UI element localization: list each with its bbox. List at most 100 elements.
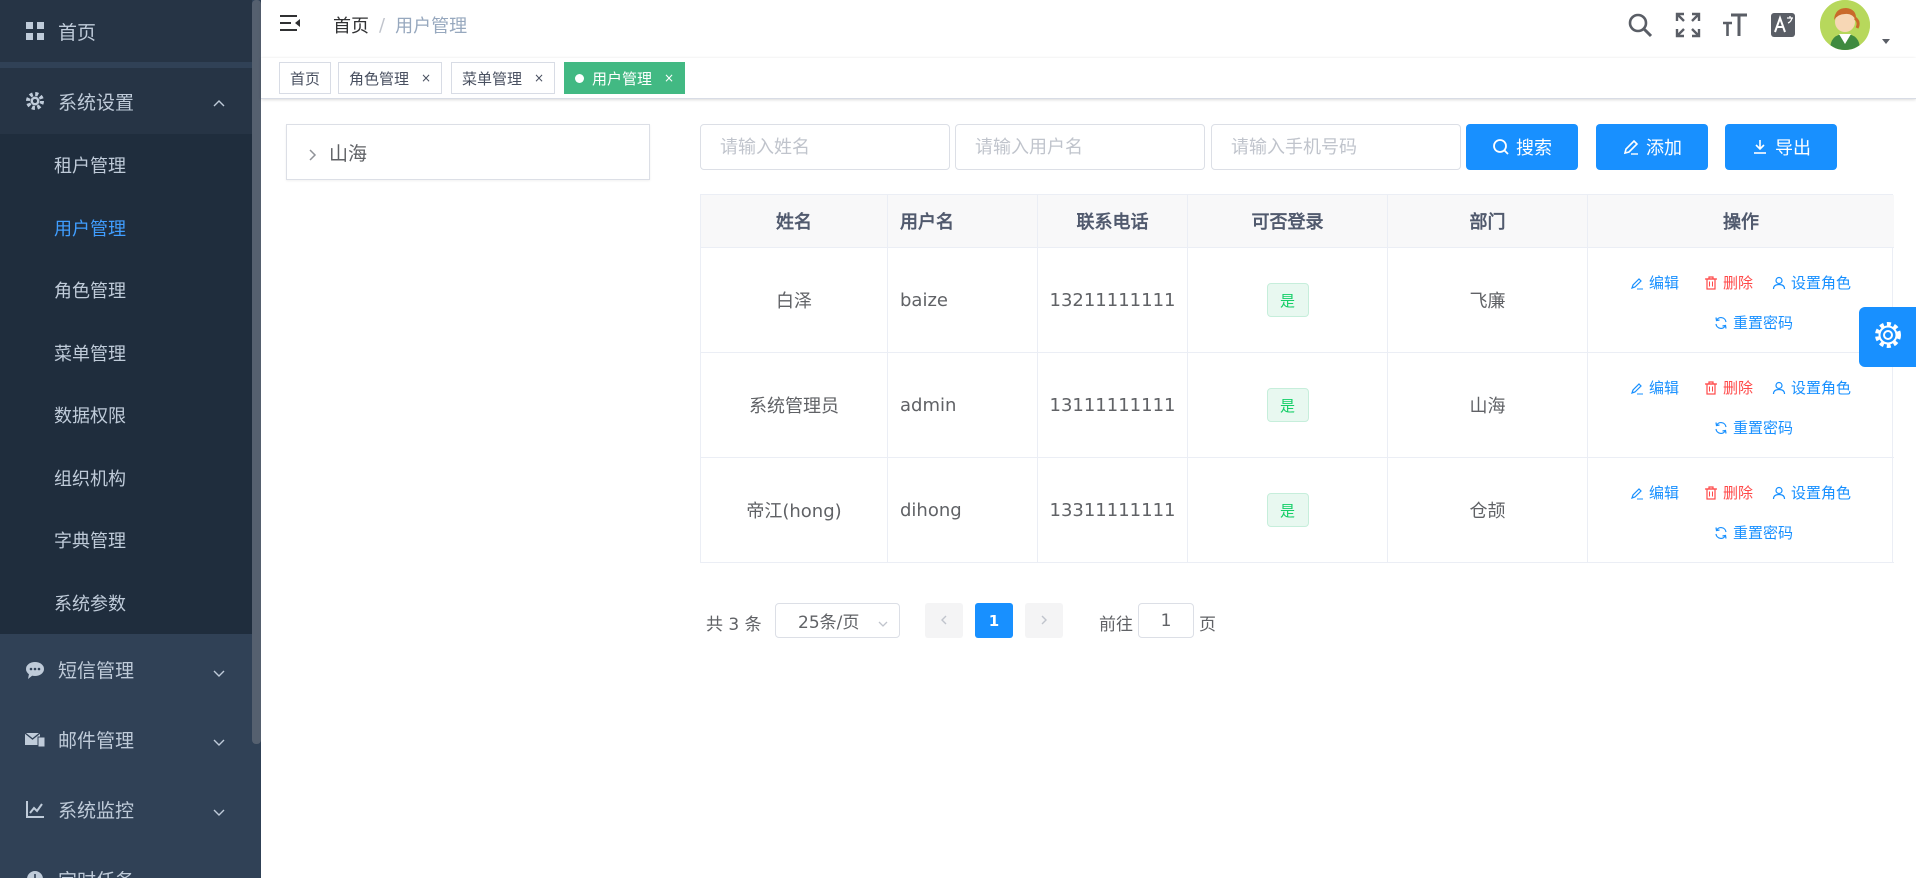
- chevron-down-icon: [212, 872, 226, 878]
- sidebar-item-dictionary[interactable]: 字典管理: [0, 509, 252, 571]
- fullscreen-icon[interactable]: [1673, 10, 1703, 40]
- action-label: 编辑: [1649, 274, 1680, 292]
- phone-search-input[interactable]: [1211, 124, 1461, 170]
- cell-dept: 仓颉: [1388, 458, 1588, 563]
- column-header-can-login[interactable]: 可否登录: [1188, 195, 1388, 248]
- sidebar-group-system[interactable]: 系统设置: [0, 68, 252, 134]
- trash-icon: [1704, 380, 1718, 395]
- tag-label: 首页: [290, 69, 321, 88]
- sidebar-item-label: 字典管理: [54, 531, 126, 552]
- chevron-down-icon: [212, 663, 226, 677]
- action-label: 设置角色: [1791, 379, 1852, 397]
- page-number-current[interactable]: 1: [975, 603, 1013, 638]
- sidebar-group-label: 系统设置: [58, 91, 135, 114]
- sidebar-item-roles[interactable]: 角色管理: [0, 259, 252, 321]
- username-search-input[interactable]: [955, 124, 1205, 170]
- settings-button[interactable]: [1859, 307, 1916, 367]
- sidebar-item-home[interactable]: 首页: [0, 0, 252, 62]
- sidebar-group-monitor[interactable]: 系统监控: [0, 774, 252, 844]
- hamburger-icon[interactable]: [279, 12, 303, 36]
- edit-icon: [1622, 138, 1640, 156]
- edit-button[interactable]: 编辑: [1630, 377, 1679, 398]
- sidebar-item-menus[interactable]: 菜单管理: [0, 322, 252, 384]
- cell-can-login: 是: [1188, 353, 1388, 458]
- chevron-right-icon[interactable]: [305, 145, 319, 161]
- set-role-button[interactable]: 设置角色: [1772, 377, 1851, 398]
- action-label: 重置密码: [1733, 419, 1794, 437]
- search-icon[interactable]: [1625, 10, 1655, 40]
- next-page-button[interactable]: [1025, 603, 1063, 638]
- tag-label: 菜单管理: [462, 69, 523, 88]
- page-size-select[interactable]: 25条/页: [775, 603, 900, 638]
- edit-icon: [1630, 486, 1644, 500]
- column-header-name[interactable]: 姓名: [701, 195, 888, 248]
- edit-button[interactable]: 编辑: [1630, 272, 1679, 293]
- sidebar-item-organization[interactable]: 组织机构: [0, 447, 252, 509]
- cell-actions: 编辑 删除 设置角色 重置密码: [1588, 353, 1894, 458]
- breadcrumb-home[interactable]: 首页: [333, 12, 369, 38]
- chevron-right-icon: [1038, 611, 1050, 630]
- name-search-input[interactable]: [700, 124, 950, 170]
- column-header-dept[interactable]: 部门: [1388, 195, 1588, 248]
- tag-menus[interactable]: 菜单管理 ×: [451, 62, 556, 94]
- sidebar-item-data-permission[interactable]: 数据权限: [0, 384, 252, 446]
- font-size-icon[interactable]: [1720, 10, 1750, 40]
- message-icon: [24, 659, 46, 681]
- sidebar-item-label: 首页: [58, 21, 97, 44]
- close-icon[interactable]: ×: [421, 71, 431, 85]
- goto-label: 前往: [1099, 615, 1133, 635]
- tag-label: 用户管理: [592, 69, 653, 88]
- tag-roles[interactable]: 角色管理 ×: [338, 62, 443, 94]
- delete-button[interactable]: 删除: [1704, 377, 1753, 398]
- set-role-button[interactable]: 设置角色: [1772, 482, 1851, 503]
- goto-page-input[interactable]: [1138, 603, 1194, 638]
- action-label: 设置角色: [1791, 484, 1852, 502]
- sidebar-item-label: 菜单管理: [54, 344, 126, 365]
- column-header-username[interactable]: 用户名: [888, 195, 1038, 248]
- close-icon[interactable]: ×: [664, 71, 674, 85]
- column-header-actions[interactable]: 操作: [1588, 195, 1894, 248]
- action-label: 删除: [1723, 484, 1754, 502]
- prev-page-button[interactable]: [925, 603, 963, 638]
- sidebar-item-label: 数据权限: [54, 406, 126, 427]
- action-label: 编辑: [1649, 484, 1680, 502]
- sidebar-group-label: 短信管理: [58, 660, 135, 682]
- set-role-button[interactable]: 设置角色: [1772, 272, 1851, 293]
- translate-icon[interactable]: [1768, 10, 1798, 40]
- sidebar-item-users[interactable]: 用户管理: [0, 197, 252, 259]
- sidebar-scrollbar[interactable]: [252, 0, 261, 744]
- close-icon[interactable]: ×: [534, 71, 544, 85]
- dashboard-icon: [24, 20, 46, 42]
- reset-password-button[interactable]: 重置密码: [1714, 522, 1793, 543]
- tag-home[interactable]: 首页: [279, 62, 332, 94]
- sidebar-group-sms[interactable]: 短信管理: [0, 635, 252, 704]
- gear-icon: [24, 90, 46, 112]
- sidebar-group-mail[interactable]: 邮件管理: [0, 704, 252, 774]
- sidebar-group-timer[interactable]: 定时任务: [0, 844, 252, 878]
- sidebar-item-label: 组织机构: [54, 469, 126, 490]
- breadcrumb-separator: /: [379, 14, 386, 36]
- sidebar-item-system-params[interactable]: 系统参数: [0, 572, 252, 634]
- column-header-phone[interactable]: 联系电话: [1038, 195, 1188, 248]
- export-button[interactable]: 导出: [1725, 124, 1837, 170]
- tree-node-label[interactable]: 山海: [329, 139, 367, 166]
- tag-users[interactable]: 用户管理 ×: [564, 62, 686, 94]
- button-label: 添加: [1646, 138, 1682, 159]
- cell-name: 帝江(hong): [701, 458, 888, 563]
- cell-name: 白泽: [701, 248, 888, 353]
- search-button[interactable]: 搜索: [1466, 124, 1578, 170]
- delete-button[interactable]: 删除: [1704, 272, 1753, 293]
- action-label: 设置角色: [1791, 274, 1852, 292]
- delete-button[interactable]: 删除: [1704, 482, 1753, 503]
- add-user-button[interactable]: 添加: [1596, 124, 1708, 170]
- goto-suffix: 页: [1199, 615, 1216, 635]
- reset-password-button[interactable]: 重置密码: [1714, 417, 1793, 438]
- sidebar-item-label: 租户管理: [54, 156, 126, 177]
- reset-password-button[interactable]: 重置密码: [1714, 312, 1793, 333]
- edit-button[interactable]: 编辑: [1630, 482, 1679, 503]
- avatar[interactable]: [1820, 0, 1870, 50]
- sidebar-item-tenant[interactable]: 租户管理: [0, 134, 252, 196]
- dept-tree: 山海: [286, 124, 650, 180]
- caret-down-icon[interactable]: [1880, 32, 1892, 44]
- download-icon: [1751, 138, 1769, 156]
